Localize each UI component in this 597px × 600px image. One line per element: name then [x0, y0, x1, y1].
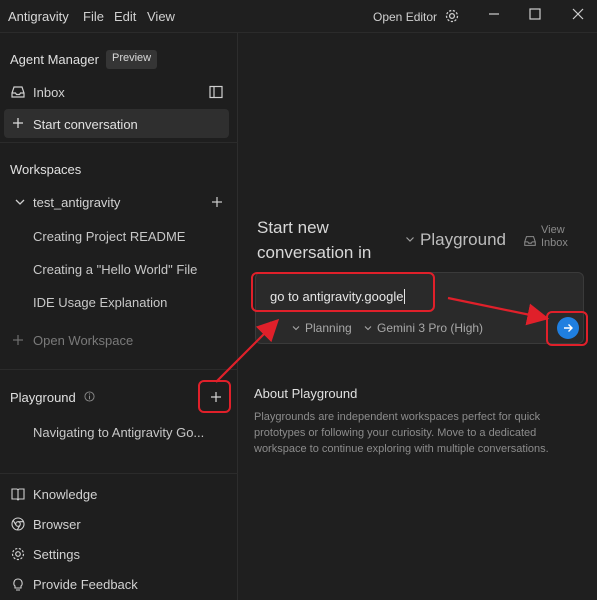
target-label: Playground — [420, 230, 507, 249]
menu-file[interactable]: File — [83, 9, 104, 24]
chevron-down-icon — [406, 237, 414, 242]
sidebar-item-feedback[interactable]: Provide Feedback — [0, 570, 238, 598]
mode-label: Planning — [305, 321, 352, 335]
inbox-label: Inbox — [33, 85, 65, 100]
annotation-box-input — [251, 272, 435, 312]
sidebar-item-inbox[interactable]: Inbox — [0, 78, 238, 106]
conversation-item[interactable]: Creating a "Hello World" File — [0, 255, 238, 283]
divider — [0, 369, 238, 370]
composer-title-line1: Start new — [257, 218, 329, 237]
gear-icon — [11, 547, 25, 561]
chevron-down-icon — [292, 326, 300, 331]
open-workspace-label: Open Workspace — [33, 333, 134, 348]
info-icon[interactable] — [84, 391, 95, 402]
browser-label: Browser — [33, 517, 81, 532]
sidebar-item-knowledge[interactable]: Knowledge — [0, 480, 238, 508]
settings-label: Settings — [33, 547, 80, 562]
conversation-label: Creating a "Hello World" File — [33, 262, 198, 277]
about-playground-title: About Playground — [254, 386, 358, 401]
app-name: Antigravity — [8, 9, 69, 24]
plus-icon — [13, 118, 23, 128]
open-editor-button[interactable]: Open Editor — [373, 10, 437, 24]
main-panel: Start new conversation in Playground Vie… — [239, 33, 597, 600]
composer-title-line2: conversation in — [257, 243, 372, 262]
conversation-item[interactable]: IDE Usage Explanation — [0, 288, 238, 316]
sidebar-item-browser[interactable]: Browser — [0, 510, 238, 538]
playground-title: Playground — [10, 390, 76, 405]
inbox-icon — [11, 86, 25, 98]
knowledge-label: Knowledge — [33, 487, 98, 502]
feedback-label: Provide Feedback — [33, 577, 138, 592]
plus-icon — [13, 335, 23, 345]
workspaces-title: Workspaces — [10, 162, 82, 177]
playground-item-label: Navigating to Antigravity Go... — [33, 425, 205, 440]
chevron-down-icon — [364, 326, 372, 331]
add-conversation-icon[interactable] — [209, 194, 225, 210]
menu-edit[interactable]: Edit — [114, 9, 136, 24]
open-workspace-button[interactable]: Open Workspace — [0, 326, 238, 354]
workspace-test-antigravity[interactable]: test_antigravity — [0, 188, 238, 216]
annotation-box-add-playground — [198, 380, 231, 413]
inbox-icon[interactable] — [523, 234, 537, 248]
annotation-box-send — [546, 311, 588, 346]
close-icon[interactable] — [570, 6, 586, 22]
model-label: Gemini 3 Pro (High) — [377, 321, 484, 335]
book-icon — [11, 488, 25, 501]
title-bar: Antigravity File Edit View Open Editor — [0, 0, 597, 33]
view-inbox-line2: Inbox — [541, 237, 568, 249]
view-inbox-button[interactable]: View Inbox — [541, 224, 568, 250]
start-conversation-label: Start conversation — [33, 117, 138, 132]
minimize-icon[interactable] — [486, 6, 502, 22]
conversation-label: IDE Usage Explanation — [33, 295, 168, 310]
conversation-label: Creating Project README — [33, 229, 186, 244]
gear-icon[interactable] — [444, 8, 460, 24]
divider — [0, 473, 238, 474]
add-context-icon[interactable] — [264, 320, 277, 333]
maximize-icon[interactable] — [527, 6, 543, 22]
playground-item[interactable]: Navigating to Antigravity Go... — [0, 418, 238, 446]
start-conversation-button[interactable]: Start conversation — [4, 109, 229, 138]
sidebar-toggle-icon[interactable] — [208, 84, 224, 100]
composer-title: Start new conversation in — [257, 215, 371, 265]
chrome-icon — [11, 517, 25, 531]
sidebar: Agent Manager Preview Inbox Start conver… — [0, 33, 238, 600]
divider — [0, 142, 238, 143]
lightbulb-icon — [13, 578, 23, 591]
chevron-down-icon — [15, 199, 25, 205]
sidebar-item-settings[interactable]: Settings — [0, 540, 238, 568]
menu-view[interactable]: View — [147, 9, 175, 24]
view-inbox-line1: View — [541, 224, 565, 236]
preview-badge: Preview — [106, 50, 158, 69]
about-playground-text: Playgrounds are independent workspaces p… — [254, 411, 549, 455]
agent-manager-title: Agent Manager — [10, 52, 99, 67]
conversation-item[interactable]: Creating Project README — [0, 222, 238, 250]
workspace-label: test_antigravity — [33, 195, 121, 210]
